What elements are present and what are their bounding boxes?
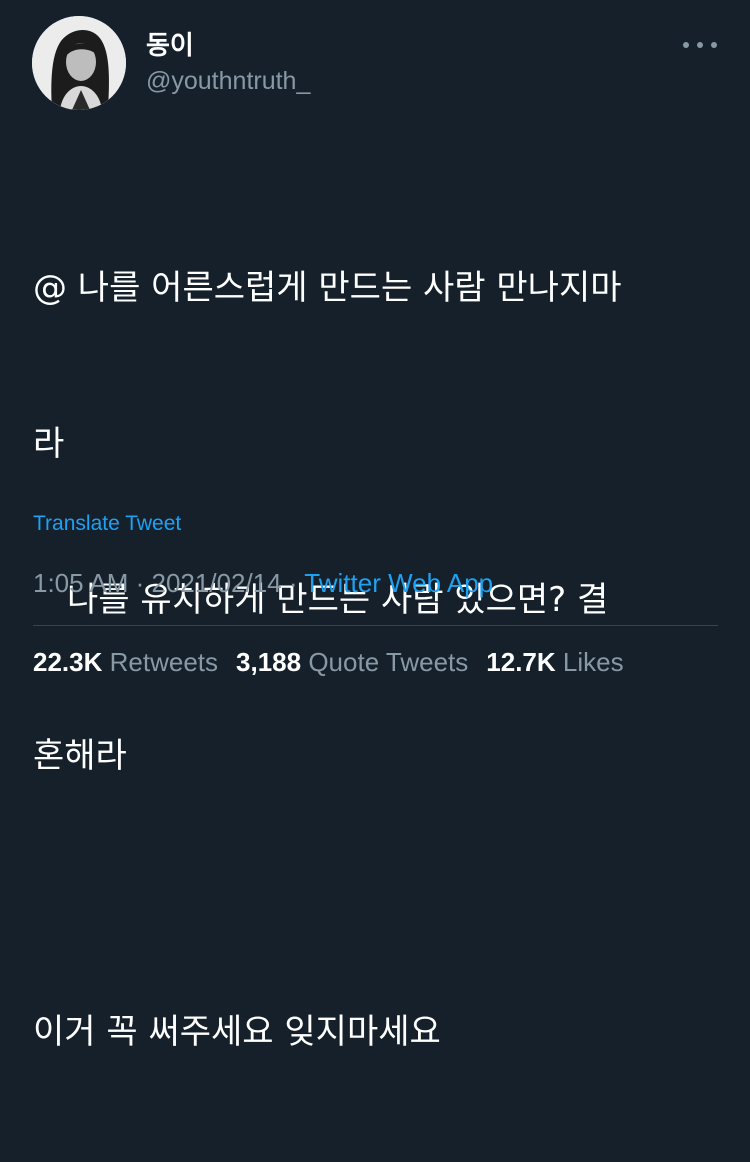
retweets-label: Retweets: [109, 647, 219, 677]
tweet-metadata: 1:05 AM · 2021/02/14 · Twitter Web App: [33, 566, 493, 600]
tweet-time[interactable]: 1:05 AM: [33, 568, 128, 598]
quote-tweets-count: 3,188: [236, 647, 302, 677]
retweets-count: 22.3K: [33, 647, 103, 677]
tweet-date[interactable]: 2021/02/14: [152, 568, 282, 598]
likes-stat[interactable]: 12.7K Likes: [486, 645, 623, 679]
more-horizontal-icon[interactable]: [683, 34, 717, 56]
divider: [33, 625, 718, 626]
profile-photo-icon: [32, 16, 126, 110]
avatar[interactable]: [32, 16, 126, 110]
tweet-detail: 동이 @youthntruth_ @ 나를 어른스럽게 만드는 사람 만나지마 …: [0, 0, 750, 1052]
meta-separator: ·: [128, 568, 152, 598]
likes-label: Likes: [562, 647, 624, 677]
quote-tweets-label: Quote Tweets: [308, 647, 469, 677]
tweet-text-line: 이거 꼭 써주세요 잊지마세요: [33, 1012, 441, 1052]
tweet-stats: 22.3K Retweets 3,188 Quote Tweets 12.7K …: [33, 645, 624, 679]
more-dot: [683, 42, 689, 48]
quote-tweets-stat[interactable]: 3,188 Quote Tweets: [236, 645, 468, 679]
tweet-text-line: 혼해라: [33, 736, 127, 776]
display-name[interactable]: 동이: [146, 30, 194, 62]
username-handle[interactable]: @youthntruth_: [146, 66, 310, 96]
meta-separator: ·: [281, 568, 305, 598]
tweet-text-line: 라: [33, 424, 65, 464]
more-dot: [711, 42, 717, 48]
tweet-text-line: @ 나를 어른스럽게 만드는 사람 만나지마: [33, 268, 622, 308]
likes-count: 12.7K: [486, 647, 556, 677]
translate-tweet-link[interactable]: Translate Tweet: [33, 509, 181, 539]
more-dot: [697, 42, 703, 48]
retweets-stat[interactable]: 22.3K Retweets: [33, 645, 218, 679]
tweet-source-link[interactable]: Twitter Web App: [304, 568, 493, 598]
